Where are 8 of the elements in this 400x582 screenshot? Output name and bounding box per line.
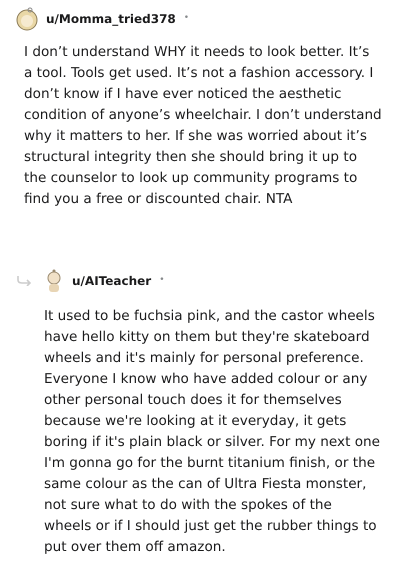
username[interactable]: u/AITeacher xyxy=(72,272,152,290)
comment-text: I don’t understand WHY it needs to look better. It’s a tool. Tools get used. It’s not a fashion accessory. I don’t know if I have ever noticed the aesthetic condition of anyone’s wheelchair. I don’t understand why it matters to her. If she was worried about it’s structural integrity then she should bring it up to the counselor to look up community programs to find you a free or discounted chair. NTA xyxy=(23,43,383,209)
avatar-icon xyxy=(16,7,38,31)
reply-arrow-icon xyxy=(16,276,32,286)
comment-text: It used to be fuchsia pink, and the castor wheels have hello kitty on them but they're skateboard wheels and it's mainly for personal preference. Everyone I know who have added colour or any other personal touch does it for themselves because we're looking at it everyday, it gets boring if it's plain black or silver. For my next one I'm gonna go for the burnt titanium finish, or the same colour as the can of Ultra Fiesta monster, not sure what to do with the spokes of the wheels or if I should just get the rubber things to put over them off amazon. xyxy=(43,307,382,557)
separator-dot: • xyxy=(184,12,190,26)
separator-dot: • xyxy=(159,274,165,288)
username[interactable]: u/Momma_tried378 xyxy=(46,10,176,28)
